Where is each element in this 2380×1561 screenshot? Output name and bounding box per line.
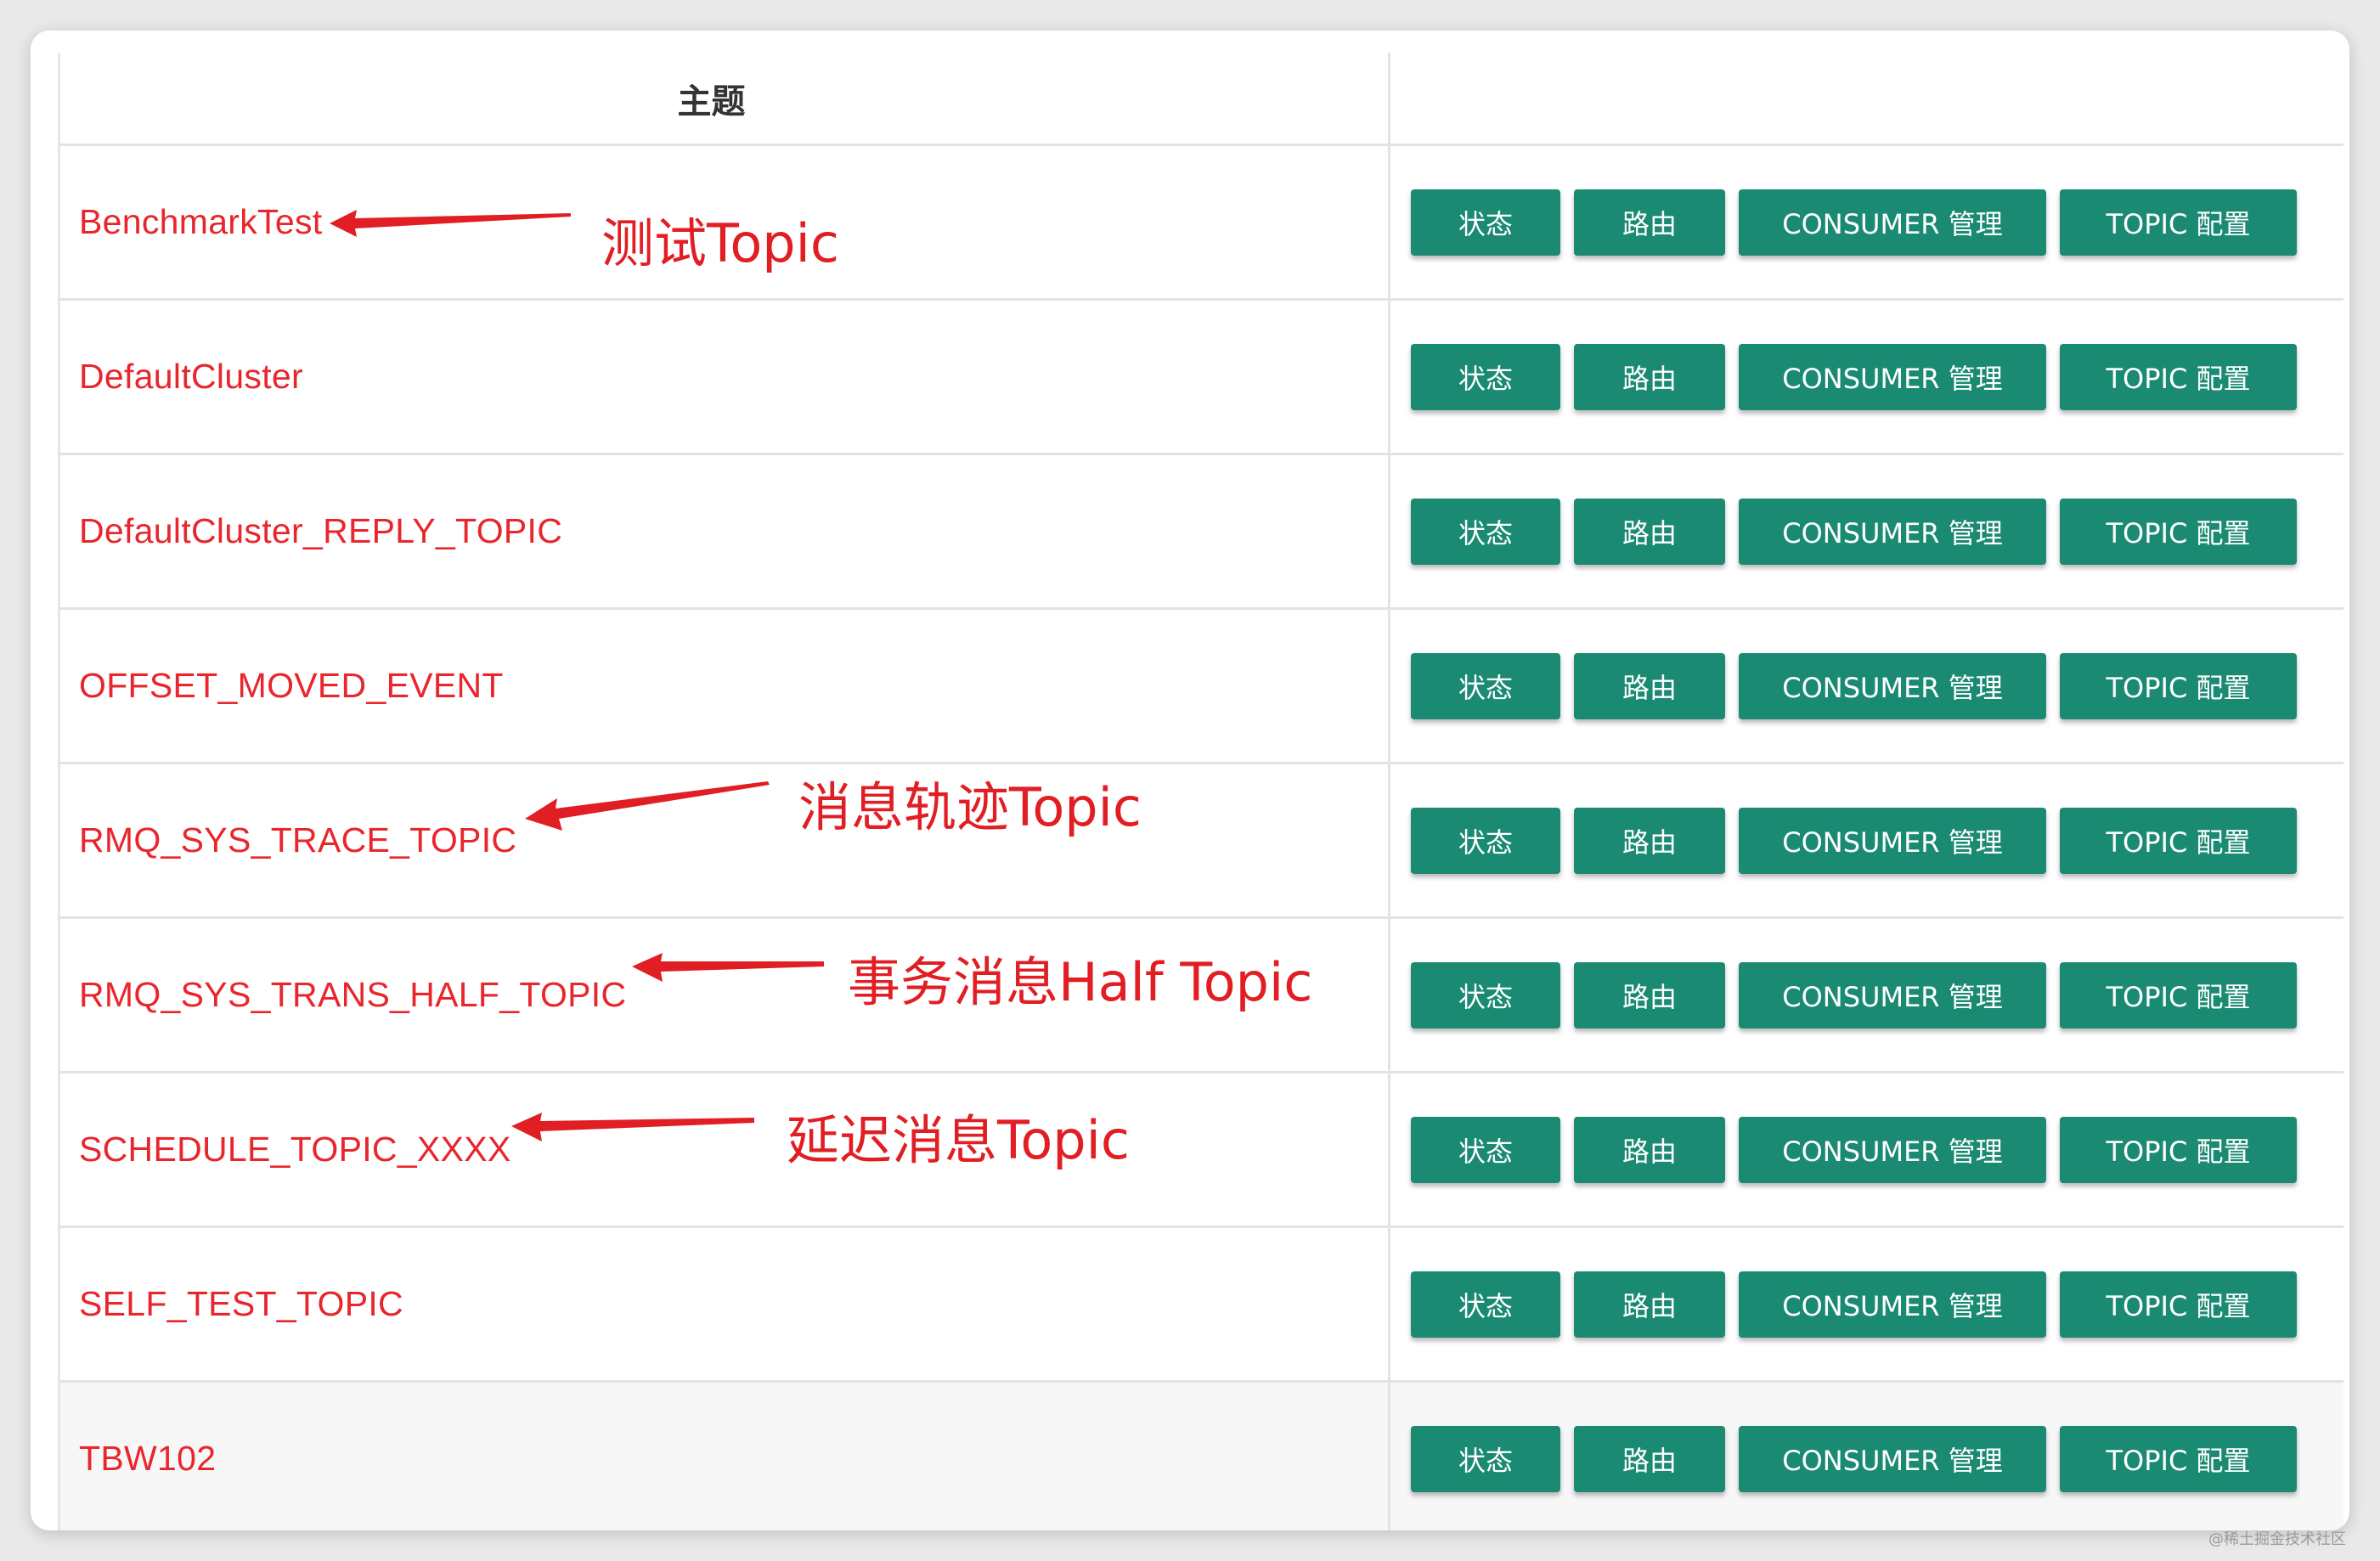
topic-config-button[interactable]: TOPIC 配置: [2060, 652, 2297, 719]
operations-cell: 状态 路由 CONSUMER 管理 TOPIC 配置: [1390, 301, 2343, 453]
operations-cell: 状态 路由 CONSUMER 管理 TOPIC 配置: [1390, 610, 2343, 762]
status-button[interactable]: 状态: [1411, 1116, 1560, 1183]
consumer-manage-button[interactable]: CONSUMER 管理: [1739, 652, 2046, 719]
table-row: DefaultCluster_REPLY_TOPIC 状态 路由 CONSUMER 管…: [60, 455, 2343, 610]
topic-cell: DefaultCluster_REPLY_TOPIC: [60, 455, 1390, 607]
topic-config-button[interactable]: TOPIC 配置: [2060, 961, 2297, 1028]
status-button[interactable]: 状态: [1411, 652, 1560, 719]
consumer-manage-button[interactable]: CONSUMER 管理: [1739, 1116, 2046, 1183]
topic-name-link[interactable]: SCHEDULE_TOPIC_XXXX: [79, 1130, 511, 1169]
header-topic-cell: 主题: [60, 53, 1390, 144]
operations-cell: 状态 路由 CONSUMER 管理 TOPIC 配置: [1390, 1383, 2343, 1530]
route-button[interactable]: 路由: [1574, 189, 1725, 256]
table-row: SCHEDULE_TOPIC_XXXX 状态 路由 CONSUMER 管理 TOPIC …: [60, 1074, 2343, 1228]
annotation-trace: 消息轨迹Topic: [798, 776, 1142, 838]
consumer-manage-button[interactable]: CONSUMER 管理: [1739, 189, 2046, 256]
route-button[interactable]: 路由: [1574, 807, 1725, 874]
route-button[interactable]: 路由: [1574, 343, 1725, 410]
annotation-benchmark: 测试Topic: [601, 212, 839, 274]
topic-name-link[interactable]: SELF_TEST_TOPIC: [79, 1284, 403, 1324]
arrow-schedule: [511, 1113, 754, 1141]
consumer-manage-button[interactable]: CONSUMER 管理: [1739, 807, 2046, 874]
topic-name-link[interactable]: RMQ_SYS_TRACE_TOPIC: [79, 820, 516, 860]
topic-config-button[interactable]: TOPIC 配置: [2060, 498, 2297, 565]
header-ops-cell: [1390, 53, 2343, 144]
route-button[interactable]: 路由: [1574, 652, 1725, 719]
table-header: 主题: [60, 53, 2343, 146]
consumer-manage-button[interactable]: CONSUMER 管理: [1739, 343, 2046, 410]
consumer-manage-button[interactable]: CONSUMER 管理: [1739, 1425, 2046, 1492]
topic-name-link[interactable]: DefaultCluster: [79, 357, 303, 397]
status-button[interactable]: 状态: [1411, 1425, 1560, 1492]
arrow-trace: [525, 781, 770, 831]
status-button[interactable]: 状态: [1411, 961, 1560, 1028]
topic-name-link[interactable]: OFFSET_MOVED_EVENT: [79, 666, 504, 706]
table-row: DefaultCluster 状态 路由 CONSUMER 管理 TOPIC 配置: [60, 301, 2343, 455]
route-button[interactable]: 路由: [1574, 1116, 1725, 1183]
route-button[interactable]: 路由: [1574, 1425, 1725, 1492]
status-button[interactable]: 状态: [1411, 343, 1560, 410]
annotation-trans-half: 事务消息Half Topic: [848, 951, 1313, 1013]
watermark: @稀土掘金技术社区: [2208, 1530, 2346, 1548]
topic-name-link[interactable]: RMQ_SYS_TRANS_HALF_TOPIC: [79, 975, 626, 1015]
table-row: TBW102 状态 路由 CONSUMER 管理 TOPIC 配置: [60, 1383, 2343, 1530]
consumer-manage-button[interactable]: CONSUMER 管理: [1739, 961, 2046, 1028]
arrow-benchmark: [330, 210, 571, 237]
annotation-schedule: 延迟消息Topic: [787, 1109, 1130, 1171]
topic-cell: SELF_TEST_TOPIC: [60, 1228, 1390, 1380]
topic-cell: TBW102: [60, 1383, 1390, 1530]
table-row: RMQ_SYS_TRACE_TOPIC 状态 路由 CONSUMER 管理 TOPIC …: [60, 764, 2343, 919]
operations-cell: 状态 路由 CONSUMER 管理 TOPIC 配置: [1390, 764, 2343, 916]
topic-cell: OFFSET_MOVED_EVENT: [60, 610, 1390, 762]
topic-config-button[interactable]: TOPIC 配置: [2060, 1271, 2297, 1338]
topic-name-link[interactable]: BenchmarkTest: [79, 202, 322, 242]
topic-name-link[interactable]: DefaultCluster_REPLY_TOPIC: [79, 511, 562, 551]
topic-list-card: 主题 BenchmarkTest 状态 路由 CONSUMER 管理 TOPIC 配置 D…: [31, 31, 2349, 1530]
status-button[interactable]: 状态: [1411, 498, 1560, 565]
status-button[interactable]: 状态: [1411, 807, 1560, 874]
operations-cell: 状态 路由 CONSUMER 管理 TOPIC 配置: [1390, 1074, 2343, 1226]
consumer-manage-button[interactable]: CONSUMER 管理: [1739, 1271, 2046, 1338]
header-topic-label: 主题: [677, 82, 746, 121]
topic-table: 主题 BenchmarkTest 状态 路由 CONSUMER 管理 TOPIC 配置 D…: [58, 53, 2343, 1530]
route-button[interactable]: 路由: [1574, 1271, 1725, 1338]
operations-cell: 状态 路由 CONSUMER 管理 TOPIC 配置: [1390, 919, 2343, 1071]
topic-config-button[interactable]: TOPIC 配置: [2060, 1116, 2297, 1183]
arrow-trans-half: [632, 953, 824, 982]
table-row: SELF_TEST_TOPIC 状态 路由 CONSUMER 管理 TOPIC 配置: [60, 1228, 2343, 1383]
topic-config-button[interactable]: TOPIC 配置: [2060, 1425, 2297, 1492]
topic-cell: SCHEDULE_TOPIC_XXXX: [60, 1074, 1390, 1226]
topic-cell: DefaultCluster: [60, 301, 1390, 453]
route-button[interactable]: 路由: [1574, 961, 1725, 1028]
route-button[interactable]: 路由: [1574, 498, 1725, 565]
operations-cell: 状态 路由 CONSUMER 管理 TOPIC 配置: [1390, 455, 2343, 607]
status-button[interactable]: 状态: [1411, 1271, 1560, 1338]
topic-config-button[interactable]: TOPIC 配置: [2060, 189, 2297, 256]
operations-cell: 状态 路由 CONSUMER 管理 TOPIC 配置: [1390, 146, 2343, 298]
table-row: OFFSET_MOVED_EVENT 状态 路由 CONSUMER 管理 TOPIC 配…: [60, 610, 2343, 764]
topic-name-link[interactable]: TBW102: [79, 1439, 216, 1479]
operations-cell: 状态 路由 CONSUMER 管理 TOPIC 配置: [1390, 1228, 2343, 1380]
status-button[interactable]: 状态: [1411, 189, 1560, 256]
topic-config-button[interactable]: TOPIC 配置: [2060, 807, 2297, 874]
topic-config-button[interactable]: TOPIC 配置: [2060, 343, 2297, 410]
consumer-manage-button[interactable]: CONSUMER 管理: [1739, 498, 2046, 565]
